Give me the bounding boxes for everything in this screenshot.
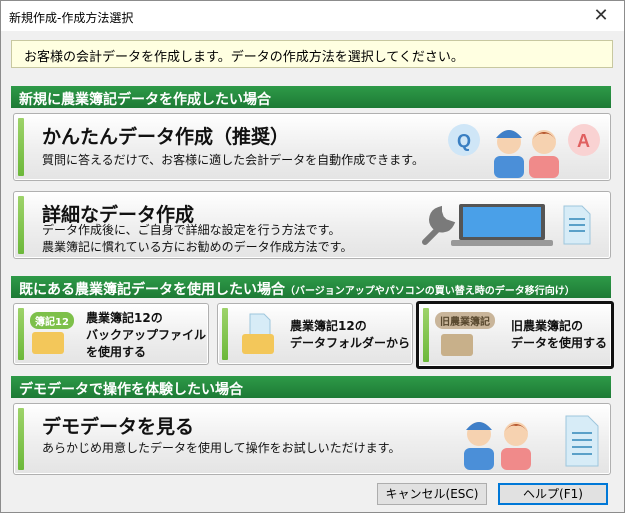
section-header-existing: 既にある農業簿記データを使用したい場合（バージョンアップやパソコンの買い替え時の…	[11, 276, 611, 298]
document-folder-icon	[242, 313, 274, 354]
view-demo-button[interactable]: デモデータを見る あらかじめ用意したデータを使用して操作をお試しいただけます。	[13, 403, 611, 475]
section-title-demo: デモデータで操作を体験したい場合	[19, 382, 243, 398]
wrench-laptop-icon	[422, 204, 591, 246]
a-bubble: A	[577, 131, 590, 151]
demo-desc: あらかじめ用意したデータを使用して操作をお試しいただけます。	[42, 441, 401, 455]
backup-line-2: バックアップファイル	[86, 328, 207, 342]
easy-create-button[interactable]: かんたんデータ作成（推奨） 質問に答えるだけで、お客様に適した会計データを自動作…	[13, 113, 611, 181]
q-bubble: Q	[457, 131, 471, 151]
section-header-new: 新規に農業簿記データを作成したい場合	[11, 86, 611, 108]
folder-icon	[441, 334, 473, 356]
section-header-demo: デモデータで操作を体験したい場合	[11, 376, 611, 398]
section-note-existing: （バージョンアップやパソコンの買い替え時のデータ移行向け）	[285, 286, 575, 297]
easy-create-title: かんたんデータ作成（推奨）	[42, 126, 290, 148]
instruction-text: お客様の会計データを作成します。データの作成方法を選択してください。	[24, 50, 464, 65]
cancel-button[interactable]: キャンセル(ESC)	[377, 483, 487, 505]
accent-bar	[18, 118, 24, 176]
boki12-tag: 簿記12	[30, 312, 74, 329]
folder-line-2: データフォルダーから	[290, 336, 411, 350]
folder-icon	[32, 332, 64, 354]
folder-line-1: 農業簿記12の	[290, 319, 367, 333]
detail-create-desc-1: データ作成後に、ご自身で詳細な設定を行う方法です。	[42, 223, 341, 237]
old-line-1: 旧農業簿記の	[511, 319, 584, 333]
detail-create-desc-2: 農業簿記に慣れている方にお勧めのデータ作成方法です。	[42, 240, 353, 254]
use-data-folder-button[interactable]: 農業簿記12の データフォルダーから	[217, 303, 413, 365]
dialog-window: 新規作成-作成方法選択 ✕ お客様の会計データを作成します。データの作成方法を選…	[0, 0, 625, 513]
accent-bar	[18, 196, 24, 254]
use-old-data-button[interactable]: 旧農業簿記 旧農業簿記の データを使用する	[416, 301, 614, 369]
qa-people-icon: Q A	[448, 124, 600, 178]
accent-bar	[18, 408, 24, 470]
use-backup-button[interactable]: 簿記12 農業簿記12の バックアップファイル を使用する	[13, 303, 209, 365]
backup-line-1: 農業簿記12の	[86, 311, 163, 325]
window-title: 新規作成-作成方法選択	[9, 11, 134, 25]
accent-bar	[423, 308, 429, 362]
easy-create-desc: 質問に答えるだけで、お客様に適した会計データを自動作成できます。	[42, 153, 424, 167]
instruction-banner: お客様の会計データを作成します。データの作成方法を選択してください。	[11, 40, 613, 68]
title-bar: 新規作成-作成方法選択 ✕	[1, 1, 624, 31]
demo-title: デモデータを見る	[42, 416, 195, 438]
old-boki-tag: 旧農業簿記	[435, 312, 495, 329]
help-button[interactable]: ヘルプ(F1)	[498, 483, 608, 505]
people-document-icon	[464, 415, 599, 470]
accent-bar	[222, 308, 228, 360]
backup-line-3: を使用する	[86, 345, 147, 359]
old-line-2: データを使用する	[511, 336, 608, 350]
close-icon[interactable]: ✕	[578, 1, 624, 31]
section-title-existing: 既にある農業簿記データを使用したい場合（バージョンアップやパソコンの買い替え時の…	[19, 282, 575, 298]
detail-create-button[interactable]: 詳細なデータ作成 データ作成後に、ご自身で詳細な設定を行う方法です。 農業簿記に…	[13, 191, 611, 259]
accent-bar	[18, 308, 24, 360]
section-title-new: 新規に農業簿記データを作成したい場合	[19, 92, 271, 108]
